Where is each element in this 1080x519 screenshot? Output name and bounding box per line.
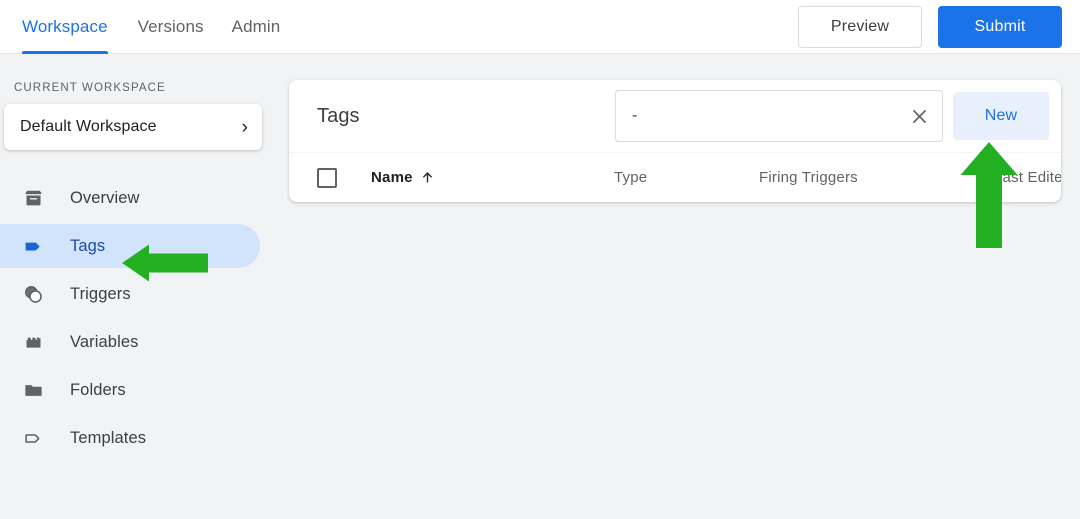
current-workspace-label: CURRENT WORKSPACE: [14, 82, 166, 94]
folder-icon: [22, 379, 44, 401]
column-header-last-edited[interactable]: Last Edited: [994, 169, 1061, 186]
sidebar-item-variables[interactable]: Variables: [0, 320, 260, 364]
tag-filled-icon: [22, 235, 44, 257]
arrow-up-icon: [422, 172, 432, 183]
sidebar-item-label: Overview: [70, 188, 140, 207]
tab-versions[interactable]: Versions: [124, 0, 218, 54]
search-container: [615, 90, 943, 142]
sidebar-item-tags[interactable]: Tags: [0, 224, 260, 268]
sidebar-item-label: Variables: [70, 332, 139, 351]
tab-workspace-label: Workspace: [22, 16, 108, 36]
sidebar-item-overview[interactable]: Overview: [0, 176, 260, 220]
tab-admin[interactable]: Admin: [218, 0, 295, 54]
tag-outline-icon: [22, 427, 44, 449]
column-headers: Name Type Firing Triggers Last Edited: [337, 153, 1061, 202]
sidebar-item-triggers[interactable]: Triggers: [0, 272, 260, 316]
workspace-name: Default Workspace: [20, 118, 157, 135]
overlapping-circles-icon: [22, 283, 44, 305]
column-header-type[interactable]: Type: [614, 169, 647, 186]
search-input[interactable]: [615, 90, 943, 142]
column-header-name[interactable]: Name: [371, 169, 435, 186]
archive-box-icon: [22, 187, 44, 209]
column-header-firing-triggers[interactable]: Firing Triggers: [759, 169, 858, 186]
select-all-checkbox[interactable]: [317, 167, 337, 188]
tags-card: Tags New Name Type Firing Triggers Last …: [289, 80, 1061, 202]
top-header-bar: Workspace Versions Admin Preview Submit: [0, 0, 1080, 54]
sidebar: CURRENT WORKSPACE Default Workspace › Ov…: [0, 54, 272, 519]
main-content: Tags New Name Type Firing Triggers Last …: [272, 54, 1080, 519]
preview-button[interactable]: Preview: [798, 5, 922, 48]
sidebar-item-label: Tags: [70, 236, 106, 255]
sidebar-item-label: Folders: [70, 380, 126, 399]
tags-table-header: Name Type Firing Triggers Last Edited: [289, 152, 1061, 202]
sidebar-item-label: Templates: [70, 428, 147, 447]
tags-card-header: Tags New: [289, 80, 1061, 152]
sidebar-item-label: Triggers: [70, 284, 131, 303]
close-x-icon[interactable]: [901, 98, 937, 134]
column-header-name-label: Name: [371, 169, 413, 186]
tab-versions-label: Versions: [137, 16, 204, 36]
submit-button[interactable]: Submit: [938, 5, 1062, 48]
sidebar-nav: Overview Tags Triggers Variables Folders…: [0, 176, 272, 460]
workspace-selector[interactable]: Default Workspace ›: [4, 104, 262, 150]
tab-workspace[interactable]: Workspace: [22, 0, 124, 54]
page-title: Tags: [317, 104, 360, 127]
sidebar-item-folders[interactable]: Folders: [0, 368, 260, 412]
brick-icon: [22, 331, 44, 353]
header-actions: Preview Submit: [798, 5, 1062, 48]
main-tabs: Workspace Versions Admin: [22, 0, 294, 54]
new-tag-button[interactable]: New: [953, 92, 1049, 140]
tab-admin-label: Admin: [231, 16, 281, 36]
sidebar-item-templates[interactable]: Templates: [0, 416, 260, 460]
chevron-right-icon: ›: [241, 116, 248, 138]
